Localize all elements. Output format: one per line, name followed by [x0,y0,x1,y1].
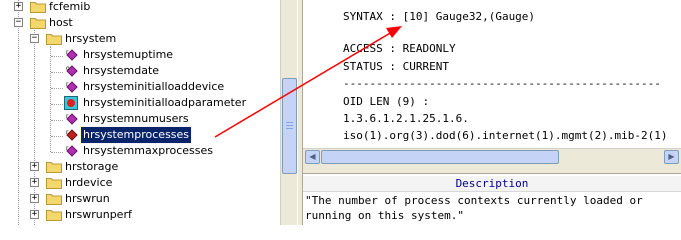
tree-scrollbar-thumb[interactable] [282,78,297,174]
tree-node-hrsysteminitialloaddevice[interactable]: r hrsysteminitialloaddevice [0,79,280,95]
expand-icon[interactable]: + [30,178,39,187]
description-title: Description [303,176,681,192]
tree-node-hrsystemuptime[interactable]: r hrsystemuptime [0,47,280,63]
details-horizontal-scrollbar[interactable]: ◀ ▶ [303,148,681,165]
object-details-pane: SYNTAX : [10] Gauge32,(Gauge) ACCESS : R… [303,0,681,148]
mib-tree[interactable]: + fcfemib − host − hrsystem r hrsystemup… [0,0,280,225]
scroll-left-button[interactable]: ◀ [305,150,320,164]
tree-node-hrswrunperf[interactable]: + hrswrunperf [0,207,280,223]
tree-node-label[interactable]: hrsystemmaxprocesses [81,143,215,159]
tree-node-label[interactable]: hrsysteminitialloadparameter [81,95,248,111]
tree-node-label[interactable]: hrsystemdate [81,63,161,79]
description-pane: Description "The number of process conte… [303,173,681,225]
access-line: ACCESS : READONLY [343,42,456,55]
collapse-icon[interactable]: − [14,18,23,27]
folder-icon [30,18,46,29]
details-scrollbar-thumb[interactable] [321,150,559,164]
tree-node-hrdevice[interactable]: + hrdevice [0,175,280,191]
mib-leaf-icon: o [66,65,78,77]
oid-line: 1.3.6.1.2.1.25.1.6. [343,112,469,125]
svg-text:o: o [66,65,70,72]
status-line: STATUS : CURRENT [343,60,449,73]
mib-leaf-selected-icon: r [66,129,78,141]
folder-icon [30,2,46,13]
tree-node-hrsystem[interactable]: − hrsystem [0,31,280,47]
mib-leaf-icon: r [66,145,78,157]
description-text-line: running on this system." [305,209,464,222]
tree-node-hrstorage[interactable]: + hrstorage [0,159,280,175]
folder-icon [46,162,62,173]
folder-icon [46,178,62,189]
syntax-line: SYNTAX : [10] Gauge32,(Gauge) [343,10,536,23]
tree-node-hrsystemprocesses[interactable]: r hrsystemprocesses [0,126,280,144]
tree-node-label[interactable]: hrsystem [63,31,118,47]
oid-path-line: iso(1).org(3).dod(6).internet(1).mgmt(2)… [343,129,668,142]
expand-icon[interactable]: + [14,2,23,11]
tree-scrollbar[interactable] [280,0,297,225]
tree-node-host[interactable]: − host [0,15,280,31]
tree-node-label[interactable]: hrdevice [63,175,114,191]
tree-node-fcfemib[interactable]: + fcfemib [0,0,280,15]
tree-node-hrsystemnumusers[interactable]: r hrsystemnumusers [0,111,280,127]
tree-node-label[interactable]: hrswrun [63,191,112,207]
scroll-right-button[interactable]: ▶ [664,150,679,164]
scroll-grip [286,125,293,126]
collapse-icon[interactable]: − [30,34,39,43]
scroll-grip [286,122,293,123]
mib-leaf-icon: r [66,113,78,125]
tree-node-label[interactable]: hrstorage [63,159,120,175]
description-text-line: "The number of process contexts currentl… [305,194,643,207]
tree-node-label[interactable]: hrsystemuptime [81,47,175,63]
mib-leaf-icon: r [66,81,78,93]
tree-node-label[interactable]: hrswrunperf [63,207,134,223]
divider-line: ----------------------------------------… [343,77,661,90]
tree-node-label[interactable]: fcfemib [47,0,92,15]
red-dot-icon [64,96,78,110]
expand-icon[interactable]: + [30,162,39,171]
folder-icon [46,194,62,205]
expand-icon[interactable]: + [30,210,39,219]
tree-node-label-selected[interactable]: hrsystemprocesses [79,126,193,144]
tree-node-hrsystemmaxprocesses[interactable]: r hrsystemmaxprocesses [0,143,280,159]
oid-len-line: OID LEN (9) : [343,95,430,108]
folder-icon [46,34,62,45]
mib-leaf-icon: r [66,49,78,61]
expand-icon[interactable]: + [30,194,39,203]
pane-separator [303,165,681,173]
tree-node-hrsysteminitialloadparameter[interactable]: hrsysteminitialloadparameter [0,95,280,111]
tree-node-label[interactable]: hrsysteminitialloaddevice [81,79,226,95]
tree-node-label[interactable]: hrsystemnumusers [81,111,191,127]
tree-node-hrsystemdate[interactable]: o hrsystemdate [0,63,280,79]
tree-node-hrswrun[interactable]: + hrswrun [0,191,280,207]
tree-node-label[interactable]: host [47,15,75,31]
scroll-grip [286,128,293,129]
folder-icon [46,210,62,221]
